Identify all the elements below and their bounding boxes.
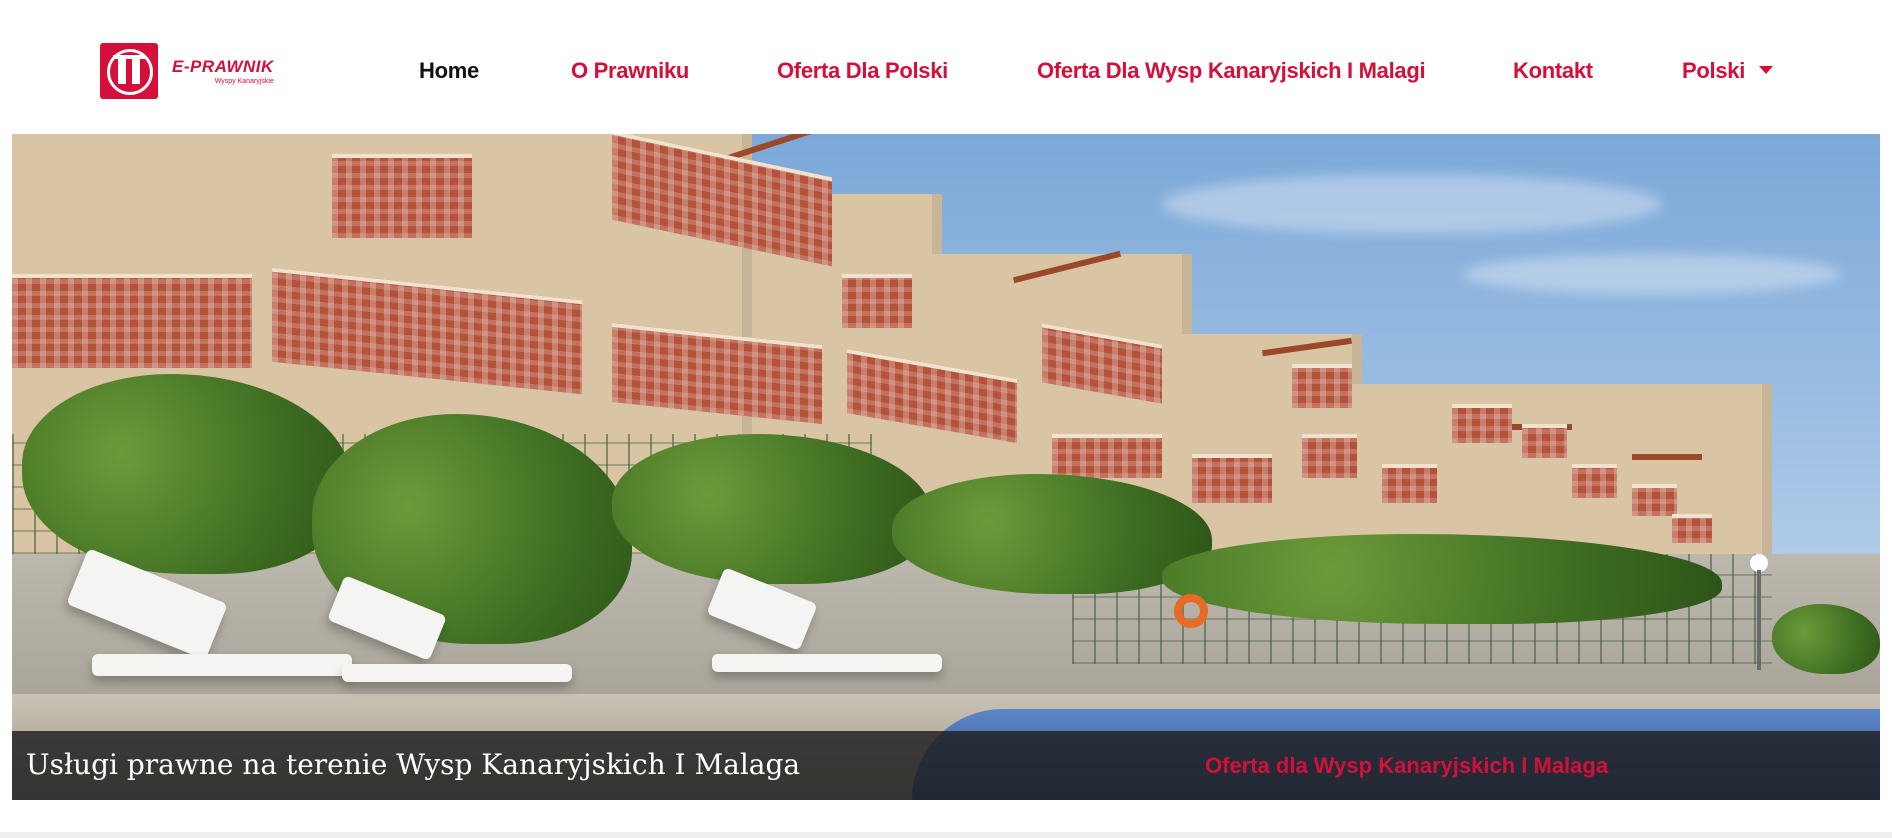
site-header: E-PRAWNIK Wyspy Kanaryjskie Home O Prawn… [0, 0, 1892, 134]
nav-item-o-prawniku[interactable]: O Prawniku [571, 58, 689, 84]
nav-item-oferta-dla-polski[interactable]: Oferta Dla Polski [777, 58, 948, 84]
main-nav: Home O Prawniku Oferta Dla Polski Oferta… [0, 58, 1892, 86]
nav-item-kontakt[interactable]: Kontakt [1513, 58, 1593, 84]
hero-image [12, 134, 1880, 800]
language-selector[interactable]: Polski [1682, 58, 1774, 84]
hero-caption-bar: Usługi prawne na terenie Wysp Kanaryjski… [12, 731, 1880, 800]
language-label: Polski [1682, 58, 1746, 83]
nav-item-oferta-wysp-kanaryjskich[interactable]: Oferta Dla Wysp Kanaryjskich I Malagi [1037, 58, 1426, 84]
nav-item-home[interactable]: Home [419, 58, 479, 84]
caret-down-icon [1759, 66, 1774, 75]
section-divider [0, 832, 1892, 838]
hero-offer-link[interactable]: Oferta dla Wysp Kanaryjskich I Malaga [1205, 753, 1608, 779]
hero-caption-title: Usługi prawne na terenie Wysp Kanaryjski… [26, 748, 801, 781]
